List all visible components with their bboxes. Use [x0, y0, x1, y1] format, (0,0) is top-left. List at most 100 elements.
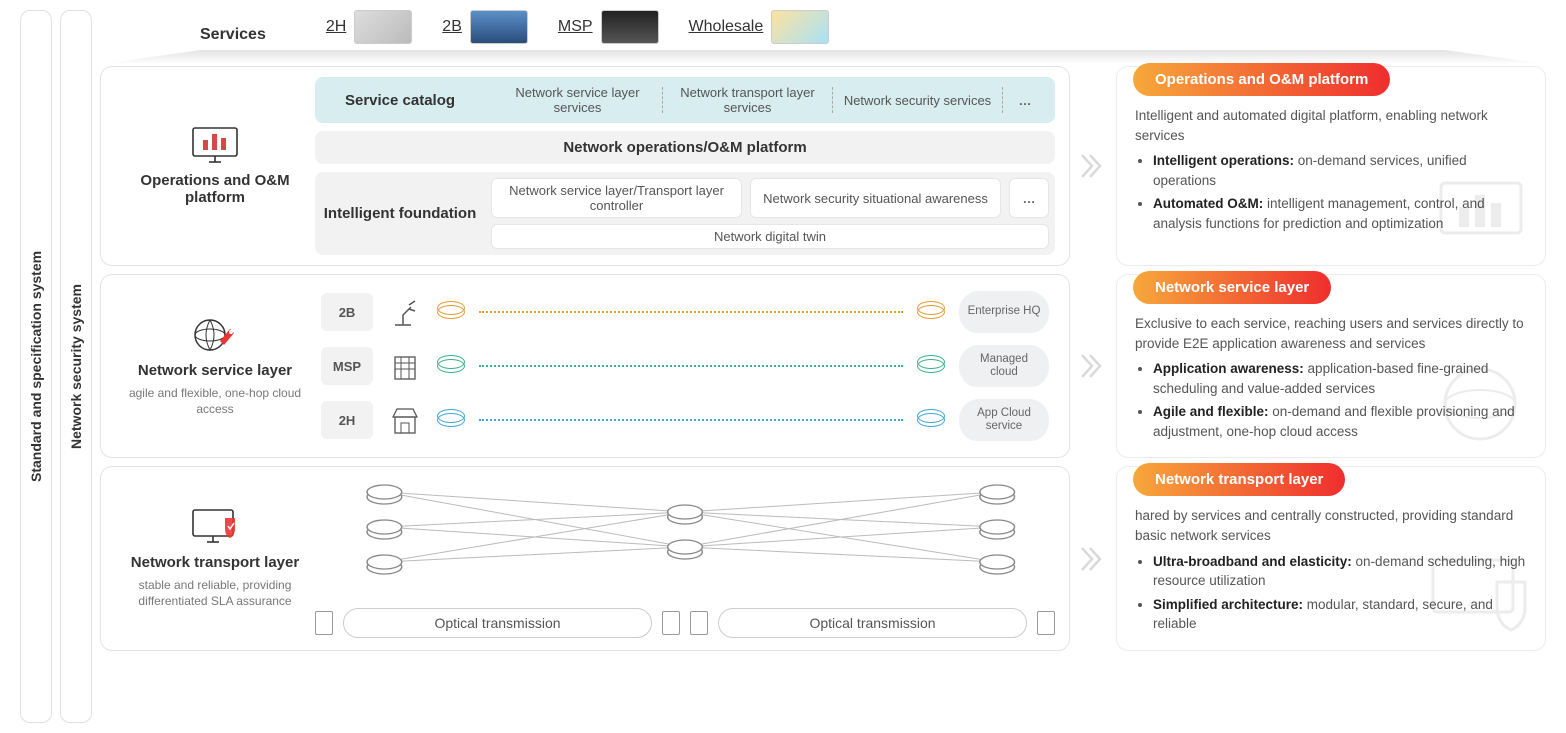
- oam-platform-box: Network operations/O&M platform: [315, 131, 1055, 164]
- leftblock-sub: stable and reliable, providing different…: [123, 577, 307, 609]
- globe-rocket-icon: [189, 316, 241, 356]
- leftblock-platform: Operations and O&M platform: [115, 77, 315, 255]
- net-row-2b: 2B Enterprise HQ: [321, 291, 1049, 333]
- vbar-security: Network security system: [60, 10, 92, 723]
- router-disc-icon: [437, 413, 465, 427]
- thumb-msp-icon: [601, 10, 659, 44]
- tag-2h: 2H: [321, 401, 373, 439]
- thumb-2h-icon: [354, 10, 412, 44]
- building-icon: [387, 348, 423, 384]
- mesh-svg: [315, 477, 1055, 582]
- card-transport: Network transport layer hared by service…: [1116, 466, 1546, 650]
- divider-icon: [662, 87, 663, 113]
- thumb-wholesale-icon: [771, 10, 829, 44]
- vbar-standard: Standard and specification system: [20, 10, 52, 723]
- card-badge: Network transport layer: [1133, 463, 1345, 496]
- leftblock-transport: Network transport layer stable and relia…: [115, 477, 315, 639]
- services-row: Services 2H 2B MSP Wholesale: [100, 10, 1546, 50]
- service-net-rows: 2B Enterprise HQ MSP: [315, 285, 1055, 447]
- intel-stacks: Network service layer/Transport layer co…: [485, 172, 1055, 255]
- bg-monitor-icon: [1435, 177, 1535, 257]
- leftblock-title: Operations and O&M platform: [123, 172, 307, 206]
- thumb-2b-icon: [470, 10, 528, 44]
- dashed-link: [479, 419, 903, 421]
- row-service-layer: Network service layer agile and flexible…: [100, 274, 1546, 458]
- chevron-right-icon: [1078, 274, 1108, 458]
- intel-top-cell: Network service layer/Transport layer co…: [491, 178, 742, 218]
- funnel-divider: [100, 50, 1546, 64]
- catalog-ellipsis: …: [1005, 93, 1045, 108]
- net-row-msp: MSP Managed cloud: [321, 345, 1049, 387]
- bg-shield-icon: [1425, 552, 1535, 642]
- row-platform: Operations and O&M platform Service cata…: [100, 66, 1546, 266]
- monitor-chart-icon: [189, 126, 241, 166]
- leftblock-title: Network service layer: [138, 362, 292, 379]
- services-section: Services 2H 2B MSP Wholesale: [100, 10, 1546, 58]
- catalog-head: Service catalog: [315, 77, 485, 123]
- device-box-icon: [315, 611, 333, 635]
- card-lead: Exclusive to each service, reaching user…: [1135, 314, 1527, 353]
- chevron-right-icon: [1078, 466, 1108, 650]
- intel-top-cell: Network security situational awareness: [750, 178, 1001, 218]
- service-text: MSP: [558, 18, 593, 36]
- diagram-root: Standard and specification system Networ…: [20, 10, 1546, 723]
- optical-oval: Optical transmission: [343, 608, 652, 638]
- panel-transport: Network transport layer stable and relia…: [100, 466, 1070, 650]
- intelligent-foundation-box: Intelligent foundation Network service l…: [315, 172, 1055, 255]
- main-column: Services 2H 2B MSP Wholesale: [100, 10, 1546, 723]
- service-text: 2B: [442, 18, 462, 36]
- catalog-cell: Network transport layer services: [665, 83, 830, 117]
- leftblock-service: Network service layer agile and flexible…: [115, 285, 315, 447]
- card-service-layer: Network service layer Exclusive to each …: [1116, 274, 1546, 458]
- router-disc-icon: [917, 413, 945, 427]
- leftblock-title: Network transport layer: [131, 554, 299, 571]
- services-label: Services: [200, 26, 266, 44]
- panel-service-layer: Network service layer agile and flexible…: [100, 274, 1070, 458]
- cloud-managed: Managed cloud: [959, 345, 1049, 387]
- device-box-icon: [690, 611, 708, 635]
- robot-arm-icon: [387, 294, 423, 330]
- tag-2b: 2B: [321, 293, 373, 331]
- service-catalog-box: Service catalog Network service layer se…: [315, 77, 1055, 123]
- card-lead: Intelligent and automated digital platfo…: [1135, 106, 1527, 145]
- intel-bottom-cell: Network digital twin: [491, 224, 1049, 249]
- net-row-2h: 2H App Cloud service: [321, 399, 1049, 441]
- store-icon: [387, 402, 423, 438]
- router-disc-icon: [437, 305, 465, 319]
- row-transport: Network transport layer stable and relia…: [100, 466, 1546, 650]
- dashed-link: [479, 311, 903, 313]
- bg-globe-icon: [1435, 359, 1535, 449]
- router-disc-icon: [437, 359, 465, 373]
- card-badge: Network service layer: [1133, 271, 1331, 304]
- optical-oval: Optical transmission: [718, 608, 1027, 638]
- intel-ellipsis: …: [1009, 178, 1049, 218]
- service-item-2b: 2B: [442, 10, 528, 44]
- service-text: Wholesale: [689, 18, 764, 36]
- card-badge: Operations and O&M platform: [1133, 63, 1390, 96]
- tag-msp: MSP: [321, 347, 373, 385]
- panel-platform: Operations and O&M platform Service cata…: [100, 66, 1070, 266]
- card-lead: hared by services and centrally construc…: [1135, 506, 1527, 545]
- divider-icon: [1002, 87, 1003, 113]
- leftblock-sub: agile and flexible, one-hop cloud access: [123, 385, 307, 417]
- router-disc-icon: [917, 305, 945, 319]
- catalog-cell: Network security services: [835, 91, 1000, 110]
- device-box-icon: [662, 611, 680, 635]
- catalog-cell: Network service layer services: [495, 83, 660, 117]
- oam-center-label: Network operations/O&M platform: [315, 131, 1055, 164]
- platform-rightblock: Service catalog Network service layer se…: [315, 77, 1055, 255]
- cloud-app: App Cloud service: [959, 399, 1049, 441]
- catalog-cells: Network service layer services Network t…: [485, 77, 1055, 123]
- service-item-msp: MSP: [558, 10, 659, 44]
- service-text: 2H: [326, 18, 346, 36]
- cloud-enterprise: Enterprise HQ: [959, 291, 1049, 333]
- dashed-link: [479, 365, 903, 367]
- card-platform: Operations and O&M platform Intelligent …: [1116, 66, 1546, 266]
- optical-row: Optical transmission Optical transmissio…: [315, 604, 1055, 640]
- transport-graphic: Optical transmission Optical transmissio…: [315, 477, 1055, 639]
- divider-icon: [832, 87, 833, 113]
- intel-head: Intelligent foundation: [315, 172, 485, 255]
- device-box-icon: [1037, 611, 1055, 635]
- service-item-wholesale: Wholesale: [689, 10, 830, 44]
- service-item-2h: 2H: [326, 10, 412, 44]
